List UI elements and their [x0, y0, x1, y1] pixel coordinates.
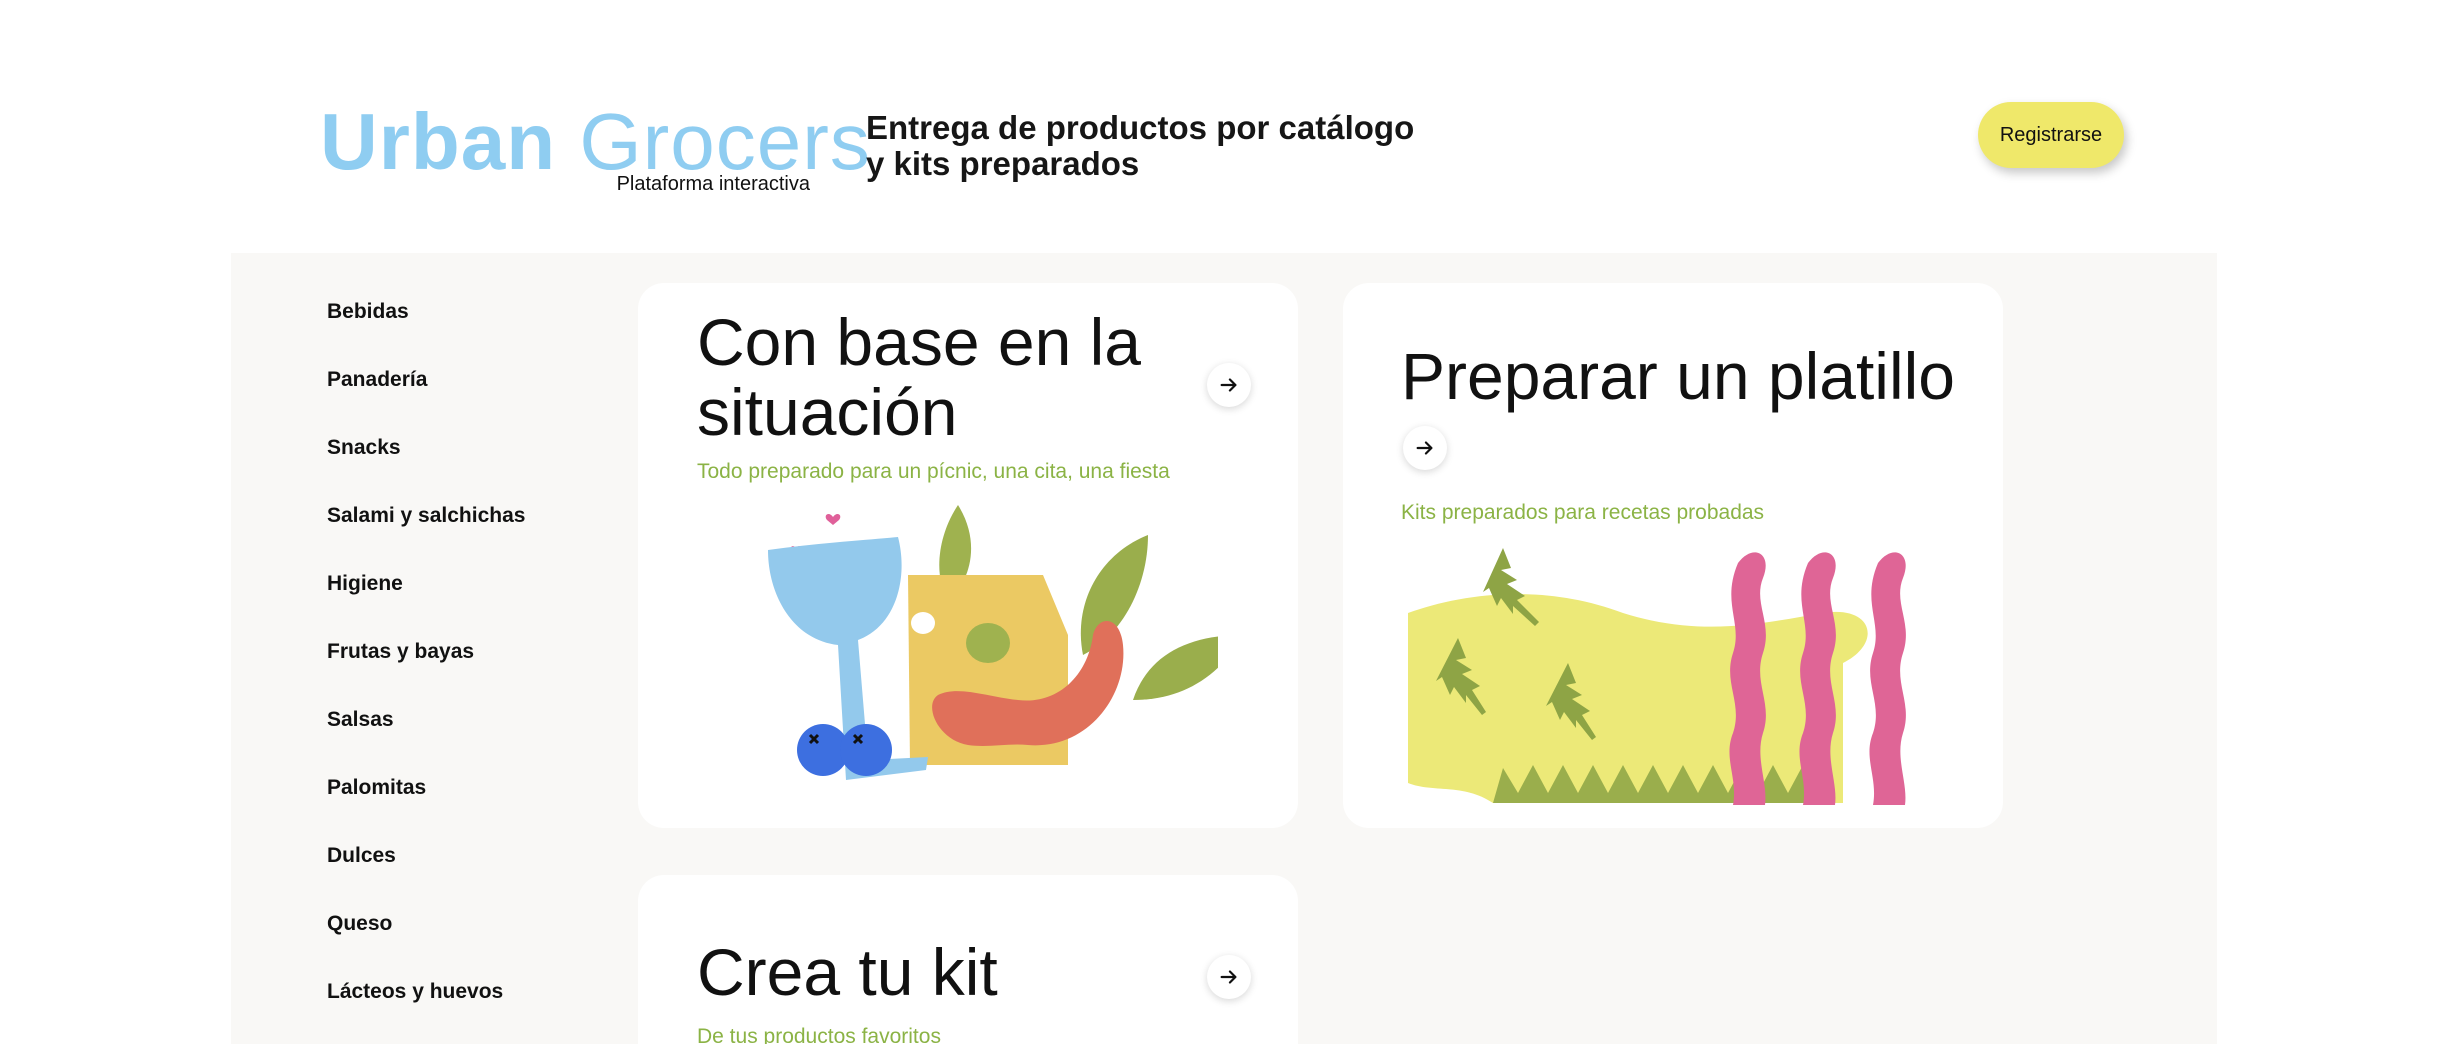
- tagline-line-1: Entrega de productos por catálogo: [866, 109, 1415, 146]
- situation-card[interactable]: Con base en la situación Todo preparado …: [638, 283, 1298, 828]
- arrow-right-icon: [1220, 378, 1237, 392]
- register-button[interactable]: Registrarse: [1978, 102, 2124, 168]
- cooking-illustration: [1408, 548, 1906, 805]
- recipe-card[interactable]: Preparar un platillo Kits preparados par…: [1343, 283, 2003, 828]
- arrow-right-icon: [1416, 441, 1433, 455]
- sidebar-item-salsas[interactable]: Salsas: [327, 707, 627, 775]
- sidebar-item-bebidas[interactable]: Bebidas: [327, 299, 627, 367]
- build-kit-card-arrow-button[interactable]: [1207, 955, 1251, 999]
- category-sidebar: Bebidas Panadería Snacks Salami y salchi…: [327, 299, 627, 1044]
- build-kit-card[interactable]: Crea tu kit De tus productos favoritos: [638, 875, 1298, 1044]
- picnic-illustration: [768, 505, 1218, 780]
- sidebar-item-frutas[interactable]: Frutas y bayas: [327, 639, 627, 707]
- arrow-right-icon: [1220, 970, 1237, 984]
- site-header: Urban Grocers Plataforma interactiva Ent…: [0, 0, 2448, 253]
- recipe-card-subtitle: Kits preparados para recetas probadas: [1401, 501, 1765, 524]
- sidebar-item-panaderia[interactable]: Panadería: [327, 367, 627, 435]
- logo-word-urban: Urban: [320, 97, 557, 186]
- recipe-card-title: Preparar un platillo: [1401, 339, 1955, 413]
- recipe-card-arrow-button[interactable]: [1403, 426, 1447, 470]
- situation-card-subtitle: Todo preparado para un pícnic, una cita,…: [697, 460, 1170, 483]
- header-tagline: Entrega de productos por catálogo y kits…: [866, 110, 1426, 182]
- logo[interactable]: Urban Grocers Plataforma interactiva: [320, 96, 870, 200]
- situation-card-arrow-button[interactable]: [1207, 363, 1251, 407]
- sidebar-item-lacteos[interactable]: Lácteos y huevos: [327, 979, 627, 1044]
- sidebar-item-salami[interactable]: Salami y salchichas: [327, 503, 627, 571]
- build-kit-card-title: Crea tu kit: [697, 935, 998, 1009]
- sidebar-item-snacks[interactable]: Snacks: [327, 435, 627, 503]
- sidebar-item-queso[interactable]: Queso: [327, 911, 627, 979]
- main-content: Bebidas Panadería Snacks Salami y salchi…: [231, 253, 2217, 1044]
- situation-card-title: Con base en la situación: [697, 305, 1141, 449]
- build-kit-card-subtitle: De tus productos favoritos: [697, 1025, 941, 1044]
- logo-subtitle: Plataforma interactiva: [616, 173, 810, 195]
- tagline-line-2: y kits preparados: [866, 145, 1140, 182]
- sidebar-item-higiene[interactable]: Higiene: [327, 571, 627, 639]
- sidebar-item-dulces[interactable]: Dulces: [327, 843, 627, 911]
- sidebar-item-palomitas[interactable]: Palomitas: [327, 775, 627, 843]
